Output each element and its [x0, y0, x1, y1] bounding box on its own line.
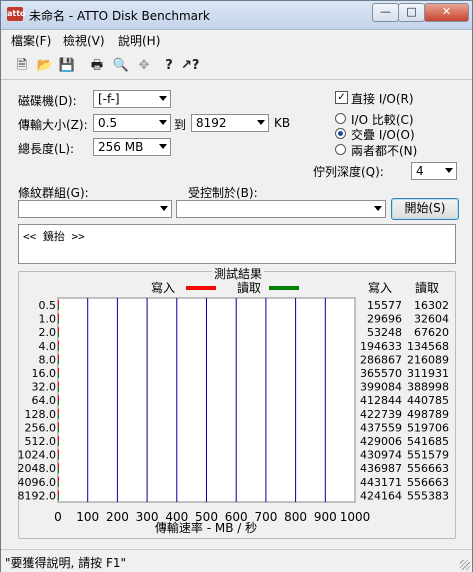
- write-value: 424164: [360, 489, 402, 502]
- legend-write-swatch: [186, 286, 216, 290]
- x-tick-label: 800: [284, 510, 307, 524]
- y-tick-label: 2.0: [39, 326, 57, 339]
- write-value: 53248: [367, 326, 402, 339]
- write-value: 422739: [360, 408, 402, 421]
- write-bar: [58, 340, 59, 346]
- write-bar: [58, 408, 59, 414]
- write-value: 437559: [360, 421, 402, 434]
- read-value: 16302: [414, 299, 449, 312]
- read-value: 388998: [407, 381, 449, 394]
- write-value: 443171: [360, 476, 402, 489]
- write-value: 429006: [360, 435, 402, 448]
- read-bar: [58, 318, 59, 324]
- read-value: 556663: [407, 462, 449, 475]
- write-bar: [58, 449, 59, 455]
- y-tick-label: 256.0: [25, 421, 57, 434]
- read-bar: [58, 468, 59, 474]
- write-value: 29696: [367, 313, 402, 326]
- write-bar: [58, 422, 59, 428]
- read-bar: [58, 345, 59, 351]
- read-bar: [58, 454, 59, 460]
- write-bar: [58, 490, 59, 496]
- y-tick-label: 4.0: [39, 340, 57, 353]
- write-value: 399084: [360, 381, 402, 394]
- y-tick-label: 1.0: [39, 313, 57, 326]
- x-tick-label: 0: [54, 510, 62, 524]
- y-tick-label: 32.0: [32, 381, 57, 394]
- read-value: 216089: [407, 353, 449, 366]
- read-value: 67620: [414, 326, 449, 339]
- write-bar: [58, 327, 59, 333]
- read-bar: [58, 332, 59, 338]
- write-bar: [58, 300, 59, 305]
- x-tick-label: 900: [314, 510, 337, 524]
- y-tick-label: 512.0: [25, 435, 57, 448]
- write-value: 412844: [360, 394, 402, 407]
- y-tick-label: 2048.0: [18, 462, 57, 475]
- y-tick-labels: 0.51.02.04.08.016.032.064.0128.0256.0512…: [18, 299, 57, 502]
- write-value: 436987: [360, 462, 402, 475]
- resize-grip[interactable]: [460, 560, 470, 570]
- x-tick-label: 200: [106, 510, 129, 524]
- read-value: 556663: [407, 476, 449, 489]
- write-bar: [58, 354, 59, 360]
- read-value: 440785: [407, 394, 449, 407]
- y-tick-label: 0.5: [39, 299, 57, 312]
- legend-write-label: 寫入: [151, 280, 175, 295]
- write-bar: [58, 381, 59, 387]
- y-tick-label: 8192.0: [18, 489, 57, 502]
- y-tick-label: 16.0: [32, 367, 57, 380]
- write-value: 15577: [367, 299, 402, 312]
- read-value: 311931: [407, 367, 449, 380]
- read-value: 32604: [414, 313, 449, 326]
- y-tick-label: 4096.0: [18, 476, 57, 489]
- y-tick-label: 8.0: [39, 353, 57, 366]
- legend-read-swatch: [269, 286, 299, 290]
- read-bar: [58, 413, 59, 419]
- read-bar: [58, 359, 59, 365]
- read-bar: [58, 427, 59, 433]
- read-value: 551579: [407, 449, 449, 462]
- write-bar: [58, 476, 59, 482]
- y-tick-label: 64.0: [32, 394, 57, 407]
- read-bar: [58, 481, 59, 487]
- value-columns: 15577 16302 29696 32604 53248 67620 194633 1345…: [360, 299, 449, 502]
- write-bar: [58, 436, 59, 441]
- x-tick-label: 700: [254, 510, 277, 524]
- x-axis-label: 傳輸速率 - MB / 秒: [155, 520, 257, 535]
- write-bar: [58, 395, 59, 401]
- status-text: "要獲得說明, 請按 F1": [5, 556, 127, 570]
- read-value: 134568: [407, 340, 449, 353]
- status-bar: "要獲得說明, 請按 F1": [1, 549, 472, 572]
- read-column-header: 讀取: [415, 281, 439, 295]
- write-value: 286867: [360, 353, 402, 366]
- write-bar: [58, 313, 59, 319]
- read-bar: [58, 305, 59, 310]
- write-value: 365570: [360, 367, 402, 380]
- legend-read-label: 讀取: [237, 281, 261, 295]
- read-value: 541685: [407, 435, 449, 448]
- read-bar: [58, 441, 59, 446]
- write-bar: [58, 463, 59, 469]
- write-value: 194633: [360, 340, 402, 353]
- results-chart: 寫入 讀取 寫入 讀取 0.51.02.04.08.016.032.064.01…: [18, 280, 450, 535]
- bars: [58, 300, 59, 501]
- x-tick-label: 100: [76, 510, 99, 524]
- x-tick-label: 1000: [340, 510, 371, 524]
- write-column-header: 寫入: [368, 280, 392, 295]
- read-value: 519706: [407, 421, 449, 434]
- read-bar: [58, 495, 59, 501]
- read-bar: [58, 386, 59, 392]
- app-window: atto 未命名 - ATTO Disk Benchmark — □ ✕ 檔案(…: [0, 0, 473, 572]
- read-value: 555383: [407, 489, 449, 502]
- y-tick-label: 1024.0: [18, 449, 57, 462]
- y-tick-label: 128.0: [25, 408, 57, 421]
- read-value: 498789: [407, 408, 449, 421]
- write-bar: [58, 368, 59, 373]
- read-bar: [58, 373, 59, 378]
- write-value: 430974: [360, 449, 402, 462]
- read-bar: [58, 400, 59, 406]
